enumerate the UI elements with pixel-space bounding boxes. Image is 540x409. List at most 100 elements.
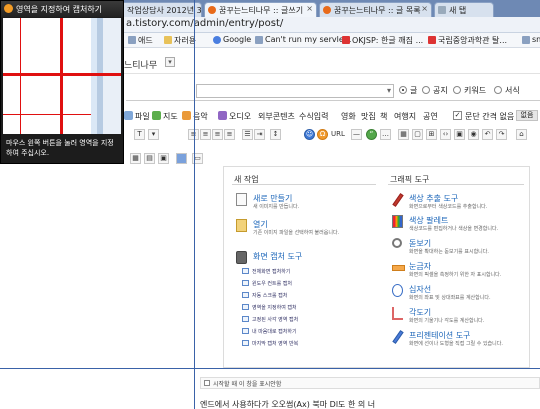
url-text[interactable]: a.tistory.com/admin/entry/post/ [126, 18, 283, 29]
startup-option-bar: 시작할 때 이 창을 표시안함 [200, 377, 540, 389]
bookmark-7[interactable]: sno [522, 35, 540, 44]
zoom-titlebar: 영역을 지정하여 캡처하기 [1, 1, 123, 17]
monitor-icon [242, 268, 249, 274]
capture-fixed-rect[interactable]: 고정된 사각 영역 캡처 [242, 316, 298, 323]
editor-toolbar-format: T ▾ ≡ ≡ ≡ ≡ ☰ ⇥ ↕ ☺ Ω URL — “ … ▦ ▢ ⊞ ‹›… [126, 129, 540, 144]
link-button[interactable]: URL [331, 130, 345, 138]
line-height-icon[interactable]: ↕ [270, 129, 281, 140]
code-icon[interactable]: ‹› [440, 129, 451, 140]
undo-icon[interactable]: ↶ [482, 129, 493, 140]
item-desc: 화면의 좌표 및 상대좌표를 계산합니다. [409, 295, 491, 301]
align-justify-icon[interactable]: ≡ [224, 129, 235, 140]
close-icon[interactable]: × [421, 4, 428, 13]
crosshair-horizontal-guide [0, 368, 540, 369]
radio-dot [494, 86, 502, 94]
hr-icon[interactable]: — [351, 129, 362, 140]
tab-2[interactable]: 작업상담사 2012년 3회 [112, 2, 202, 17]
special-char-icon[interactable]: Ω [317, 129, 328, 140]
radio-post[interactable]: 글 [399, 85, 417, 96]
image-icon[interactable]: ▣ [158, 153, 169, 164]
zoom-crosshair-vertical [60, 18, 63, 134]
radio-keyword[interactable]: 키워드 [453, 85, 486, 96]
formula-button[interactable]: 수식입력 [299, 111, 328, 122]
page-icon [522, 36, 530, 44]
external-content-button[interactable]: 외부콘텐츠 [258, 111, 295, 122]
item-desc: 새 이미지를 만듭니다. [253, 204, 300, 210]
align-center-icon[interactable]: ≡ [200, 129, 211, 140]
spacing-select[interactable]: 없음 [516, 110, 538, 121]
radio-template[interactable]: 서식 [494, 85, 520, 96]
capture-scroll[interactable]: 자동 스크롤 캡처 [242, 292, 287, 299]
bookmark-2[interactable]: 자러용 [164, 35, 196, 46]
paragraph-spacing-checkbox[interactable]: ✓ [453, 111, 462, 120]
table-icon[interactable]: ▦ [398, 129, 409, 140]
restaurant-button[interactable]: 맛집 [361, 111, 376, 122]
bookmark-3[interactable]: Google [213, 35, 251, 44]
tab-label: 꿈꾸는느티나무 :: 글 목록 [334, 6, 421, 15]
zoom-help-text: 마우스 왼쪽 버튼을 눌러 영역을 지정하여 주십시오. [6, 139, 114, 157]
palette-icon [392, 215, 403, 228]
attach-map-button[interactable]: 지도 [152, 111, 178, 122]
page-icon [342, 36, 350, 44]
align-right-icon[interactable]: ≡ [212, 129, 223, 140]
travel-button[interactable]: 여행지 [394, 111, 416, 122]
insert-icon[interactable]: ⊞ [426, 129, 437, 140]
tistory-icon [208, 6, 216, 14]
book-button[interactable]: 책 [380, 111, 387, 122]
bookmark-5[interactable]: OKJSP: 한글 깨짐 ... [342, 35, 423, 46]
bookmark-6[interactable]: 국립중앙과학관 탈... [428, 35, 507, 46]
grid-icon[interactable]: ▤ [144, 153, 155, 164]
capture-freehand[interactable]: 내 마음대로 캡처하기 [242, 328, 297, 335]
protractor-icon [392, 307, 403, 320]
list-icon[interactable]: ☰ [242, 129, 253, 140]
chevron-down-icon[interactable]: ▾ [165, 57, 175, 67]
folder-icon [128, 36, 136, 44]
category-select[interactable]: ▾ [196, 84, 394, 98]
pen-icon [392, 330, 404, 344]
region-icon [242, 304, 249, 310]
blog-name[interactable]: 느티나무 [124, 58, 157, 71]
quote-icon[interactable]: “ [366, 129, 377, 140]
image-icon[interactable]: ▣ [454, 129, 465, 140]
radio-dot [399, 86, 407, 94]
post-body-text[interactable]: 엔드에서 사용하다가 오오썸(Ax) 북마 Dl도 한 의 너 [200, 399, 375, 409]
html-mode-icon[interactable]: ⌂ [516, 129, 527, 140]
color-icon[interactable] [176, 153, 187, 164]
tab-3[interactable]: 꿈꾸는느티나무 :: 글쓰기 × [204, 2, 317, 17]
tab-new[interactable]: 새 탭 [434, 2, 494, 17]
performance-button[interactable]: 공연 [423, 111, 438, 122]
editor-toolbar-extra: ▦ ▤ ▣ ▭ [126, 151, 216, 165]
bookmark-4[interactable]: Can't run my servle... [255, 35, 351, 44]
close-icon[interactable]: × [306, 4, 313, 13]
font-color-button[interactable]: T [134, 129, 145, 140]
indent-icon[interactable]: ⇥ [254, 129, 265, 140]
capture-fullscreen[interactable]: 전체화면 캡처하기 [242, 268, 290, 275]
attach-audio-button[interactable]: 오디오 [218, 111, 251, 122]
table-icon[interactable]: ▦ [130, 153, 141, 164]
item-desc: 기존 이미지 파일을 선택하여 불러옵니다. [253, 230, 340, 236]
divider [232, 184, 376, 185]
zoom-grid-line [3, 114, 91, 115]
attach-file-button[interactable]: 파일 [124, 111, 150, 122]
emoticon-icon[interactable]: ☺ [304, 129, 315, 140]
radio-dot [422, 86, 430, 94]
startup-checkbox[interactable] [204, 380, 210, 386]
capture-region[interactable]: 영역을 지정하여 캡처 [242, 304, 297, 311]
movie-button[interactable]: 영화 [341, 111, 356, 122]
capture-window[interactable]: 윈도우 컨트롤 캡처 [242, 280, 292, 287]
item-desc: 화면에 선이나 도형을 직접 그릴 수 있습니다. [409, 341, 503, 347]
tab-4[interactable]: 꿈꾸는느티나무 :: 글 목록 × [319, 2, 432, 17]
radio-notice[interactable]: 공지 [422, 85, 448, 96]
item-desc: 화면으로부터 색상코드를 추출합니다. [409, 204, 488, 210]
media-icon[interactable]: ◉ [468, 129, 479, 140]
bookmark-1[interactable]: 애드 [128, 35, 153, 46]
box-icon[interactable]: ▢ [412, 129, 423, 140]
chevron-down-icon[interactable]: ▾ [148, 129, 159, 140]
capture-zoom-window: 영역을 지정하여 캡처하기 마우스 왼쪽 버튼을 눌러 영역을 지정하여 주십시… [0, 0, 124, 164]
more-icon[interactable]: … [380, 129, 391, 140]
capture-app-icon [4, 4, 13, 13]
capture-repeat-last[interactable]: 마지막 캡처 영역 반복 [242, 340, 298, 347]
redo-icon[interactable]: ↷ [496, 129, 507, 140]
crosshair-icon [392, 284, 403, 297]
item-title[interactable]: 화면 캡처 도구 [253, 251, 302, 262]
